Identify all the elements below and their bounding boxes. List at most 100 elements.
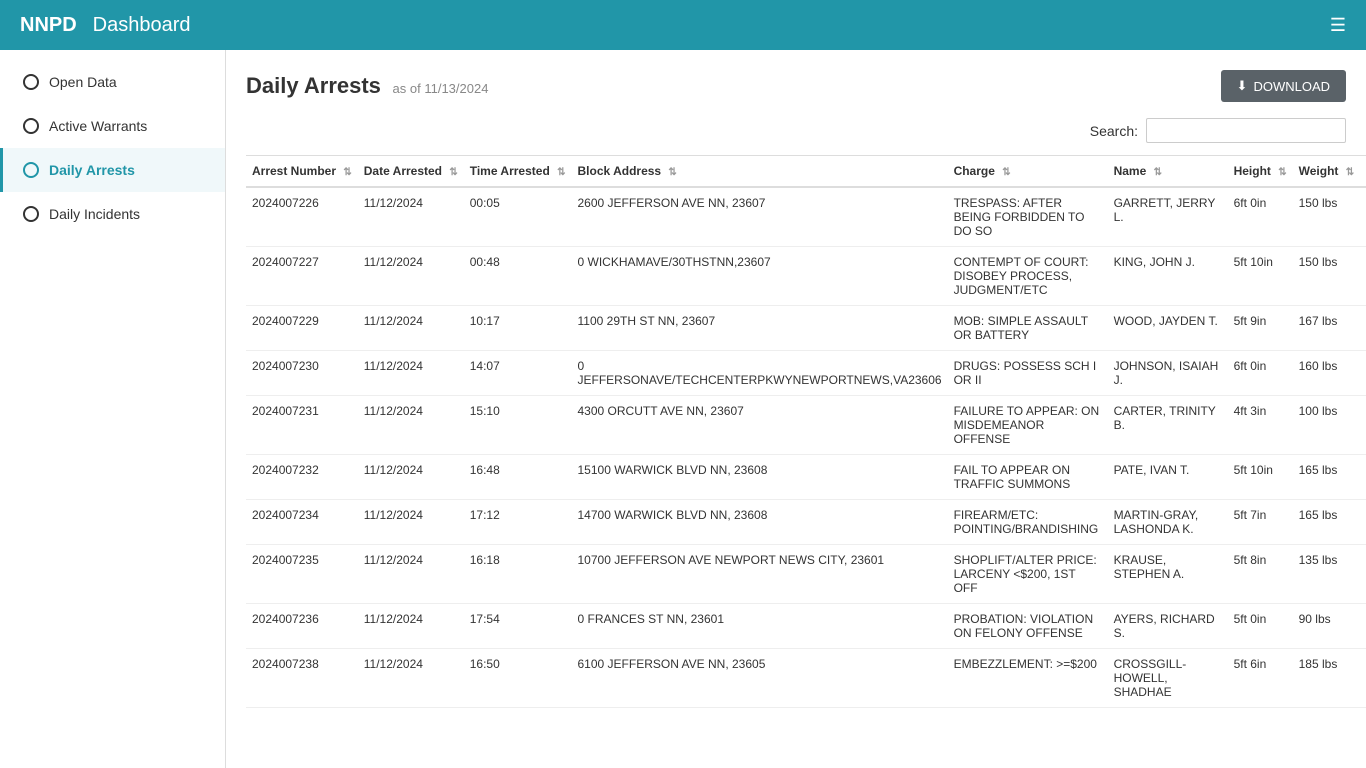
cell-race: B: [1360, 247, 1366, 306]
cell-race: B: [1360, 187, 1366, 247]
cell-block-address: 4300 ORCUTT AVE NN, 23607: [572, 396, 948, 455]
cell-date-arrested: 11/12/2024: [358, 545, 464, 604]
col-header-time-arrested[interactable]: Time Arrested ⇅: [464, 156, 572, 188]
sort-icon-weight: ⇅: [1346, 167, 1354, 178]
header-title-normal: Dashboard: [93, 14, 191, 37]
hamburger-icon[interactable]: ☰: [1330, 15, 1346, 36]
cell-height: 6ft 0in: [1228, 187, 1293, 247]
sidebar-item-open-data[interactable]: Open Data: [0, 60, 225, 104]
cell-block-address: 0 FRANCES ST NN, 23601: [572, 604, 948, 649]
circle-icon-daily-arrests: [23, 162, 39, 178]
cell-charge: TRESPASS: AFTER BEING FORBIDDEN TO DO SO: [948, 187, 1108, 247]
cell-race: B: [1360, 455, 1366, 500]
cell-race: B: [1360, 351, 1366, 396]
col-header-height[interactable]: Height ⇅: [1228, 156, 1293, 188]
cell-name: WOOD, JAYDEN T.: [1108, 306, 1228, 351]
cell-weight: 167 lbs: [1293, 306, 1361, 351]
col-header-block-address[interactable]: Block Address ⇅: [572, 156, 948, 188]
cell-block-address: 1100 29TH ST NN, 23607: [572, 306, 948, 351]
col-header-charge[interactable]: Charge ⇅: [948, 156, 1108, 188]
cell-block-address: 15100 WARWICK BLVD NN, 23608: [572, 455, 948, 500]
cell-time-arrested: 17:54: [464, 604, 572, 649]
search-input[interactable]: [1146, 118, 1346, 143]
cell-name: GARRETT, JERRY L.: [1108, 187, 1228, 247]
col-header-race[interactable]: Race ⇅: [1360, 156, 1366, 188]
cell-date-arrested: 11/12/2024: [358, 604, 464, 649]
sidebar-item-daily-arrests[interactable]: Daily Arrests: [0, 148, 225, 192]
cell-date-arrested: 11/12/2024: [358, 396, 464, 455]
cell-charge: CONTEMPT OF COURT: DISOBEY PROCESS, JUDG…: [948, 247, 1108, 306]
cell-date-arrested: 11/12/2024: [358, 351, 464, 396]
circle-icon-open-data: [23, 74, 39, 90]
cell-arrest-number: 2024007235: [246, 545, 358, 604]
cell-block-address: 10700 JEFFERSON AVE NEWPORT NEWS CITY, 2…: [572, 545, 948, 604]
page-subtitle: as of 11/13/2024: [393, 81, 489, 96]
cell-weight: 160 lbs: [1293, 351, 1361, 396]
cell-charge: DRUGS: POSSESS SCH I OR II: [948, 351, 1108, 396]
cell-name: CARTER, TRINITY B.: [1108, 396, 1228, 455]
cell-height: 4ft 3in: [1228, 396, 1293, 455]
sidebar-item-daily-incidents[interactable]: Daily Incidents: [0, 192, 225, 236]
table-row: 2024007232 11/12/2024 16:48 15100 WARWIC…: [246, 455, 1366, 500]
cell-arrest-number: 2024007229: [246, 306, 358, 351]
cell-weight: 100 lbs: [1293, 396, 1361, 455]
table-header-row: Arrest Number ⇅ Date Arrested ⇅ Time Arr…: [246, 156, 1366, 188]
download-button[interactable]: ⬇ DOWNLOAD: [1221, 70, 1346, 102]
cell-height: 5ft 8in: [1228, 545, 1293, 604]
page-title-area: Daily Arrests as of 11/13/2024: [246, 73, 488, 99]
cell-date-arrested: 11/12/2024: [358, 247, 464, 306]
cell-block-address: 2600 JEFFERSON AVE NN, 23607: [572, 187, 948, 247]
cell-height: 5ft 9in: [1228, 306, 1293, 351]
sort-icon-address: ⇅: [668, 167, 676, 178]
col-header-name[interactable]: Name ⇅: [1108, 156, 1228, 188]
cell-name: KING, JOHN J.: [1108, 247, 1228, 306]
sort-icon-date: ⇅: [449, 167, 457, 178]
sidebar-label-active-warrants: Active Warrants: [49, 118, 147, 134]
table-row: 2024007229 11/12/2024 10:17 1100 29TH ST…: [246, 306, 1366, 351]
cell-weight: 90 lbs: [1293, 604, 1361, 649]
cell-block-address: 14700 WARWICK BLVD NN, 23608: [572, 500, 948, 545]
cell-date-arrested: 11/12/2024: [358, 455, 464, 500]
cell-arrest-number: 2024007226: [246, 187, 358, 247]
cell-date-arrested: 11/12/2024: [358, 306, 464, 351]
sidebar-item-active-warrants[interactable]: Active Warrants: [0, 104, 225, 148]
cell-charge: PROBATION: VIOLATION ON FELONY OFFENSE: [948, 604, 1108, 649]
sidebar-label-daily-arrests: Daily Arrests: [49, 162, 135, 178]
cell-charge: MOB: SIMPLE ASSAULT OR BATTERY: [948, 306, 1108, 351]
cell-weight: 165 lbs: [1293, 455, 1361, 500]
cell-time-arrested: 00:48: [464, 247, 572, 306]
cell-race: B: [1360, 396, 1366, 455]
main-content: Daily Arrests as of 11/13/2024 ⬇ DOWNLOA…: [226, 50, 1366, 768]
circle-icon-active-warrants: [23, 118, 39, 134]
table-row: 2024007235 11/12/2024 16:18 10700 JEFFER…: [246, 545, 1366, 604]
cell-height: 5ft 6in: [1228, 649, 1293, 708]
col-header-weight[interactable]: Weight ⇅: [1293, 156, 1361, 188]
col-header-date-arrested[interactable]: Date Arrested ⇅: [358, 156, 464, 188]
app-header: NNPD Dashboard ☰: [0, 0, 1366, 50]
cell-date-arrested: 11/12/2024: [358, 500, 464, 545]
cell-date-arrested: 11/12/2024: [358, 187, 464, 247]
cell-arrest-number: 2024007232: [246, 455, 358, 500]
sort-icon-name: ⇅: [1154, 167, 1162, 178]
table-row: 2024007234 11/12/2024 17:12 14700 WARWIC…: [246, 500, 1366, 545]
cell-height: 5ft 0in: [1228, 604, 1293, 649]
cell-height: 5ft 10in: [1228, 247, 1293, 306]
cell-charge: FAIL TO APPEAR ON TRAFFIC SUMMONS: [948, 455, 1108, 500]
cell-height: 5ft 10in: [1228, 455, 1293, 500]
cell-name: KRAUSE, STEPHEN A.: [1108, 545, 1228, 604]
col-header-arrest-number[interactable]: Arrest Number ⇅: [246, 156, 358, 188]
cell-time-arrested: 16:18: [464, 545, 572, 604]
table-header: Arrest Number ⇅ Date Arrested ⇅ Time Arr…: [246, 156, 1366, 188]
cell-race: W: [1360, 604, 1366, 649]
sidebar-label-daily-incidents: Daily Incidents: [49, 206, 140, 222]
cell-weight: 135 lbs: [1293, 545, 1361, 604]
cell-race: B: [1360, 500, 1366, 545]
table-row: 2024007230 11/12/2024 14:07 0 JEFFERSONA…: [246, 351, 1366, 396]
cell-arrest-number: 2024007227: [246, 247, 358, 306]
table-row: 2024007238 11/12/2024 16:50 6100 JEFFERS…: [246, 649, 1366, 708]
cell-block-address: 0 WICKHAMAVE/30THSTNN,23607: [572, 247, 948, 306]
cell-arrest-number: 2024007230: [246, 351, 358, 396]
cell-weight: 165 lbs: [1293, 500, 1361, 545]
cell-time-arrested: 16:50: [464, 649, 572, 708]
cell-arrest-number: 2024007236: [246, 604, 358, 649]
